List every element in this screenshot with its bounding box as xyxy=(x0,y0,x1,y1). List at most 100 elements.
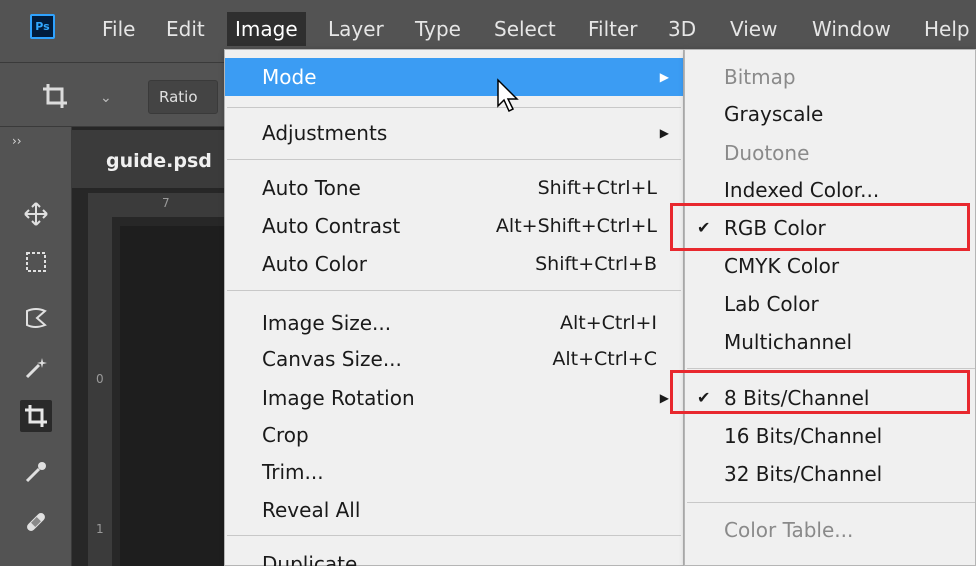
mode-submenu: Bitmap Grayscale Duotone Indexed Color..… xyxy=(684,49,976,566)
menu-item-auto-contrast[interactable]: Auto Contrast Alt+Shift+Ctrl+L xyxy=(225,207,683,245)
canvas[interactable] xyxy=(120,226,228,566)
menu-item-crop[interactable]: Crop xyxy=(225,416,683,454)
submenu-item-16-bits[interactable]: 16 Bits/Channel xyxy=(685,417,975,455)
submenu-item-label: CMYK Color xyxy=(724,254,840,278)
menu-item-duplicate[interactable]: Duplicate... xyxy=(225,545,683,566)
marquee-tool-icon[interactable] xyxy=(20,246,52,278)
menu-item-label: Auto Tone xyxy=(262,176,361,200)
submenu-item-label: Duotone xyxy=(724,141,810,165)
menu-item-label: Crop xyxy=(262,423,309,447)
eyedropper-glyph xyxy=(25,462,46,483)
menu-item-label: Reveal All xyxy=(262,498,361,522)
healing-brush-tool-icon[interactable] xyxy=(20,506,52,538)
lasso-glyph xyxy=(26,308,47,328)
submenu-item-label: Multichannel xyxy=(724,330,853,354)
image-menu-dropdown: Mode ▶ Adjustments ▶ Auto Tone Shift+Ctr… xyxy=(224,49,684,566)
submenu-item-32-bits[interactable]: 32 Bits/Channel xyxy=(685,455,975,493)
menu-item-reveal-all[interactable]: Reveal All xyxy=(225,491,683,529)
menu-item-label: Canvas Size... xyxy=(262,347,402,371)
menu-item-image-size[interactable]: Image Size... Alt+Ctrl+I xyxy=(225,304,683,342)
menu-separator xyxy=(227,159,681,160)
submenu-item-lab-color[interactable]: Lab Color xyxy=(685,285,975,323)
menu-item-label: Trim... xyxy=(262,460,324,484)
tools-panel xyxy=(0,127,72,566)
lasso-tool-icon[interactable] xyxy=(20,302,52,334)
crop-tool-icon[interactable] xyxy=(20,400,52,432)
collapse-panel-icon[interactable]: ›› xyxy=(12,134,22,148)
menu-separator xyxy=(227,107,681,108)
submenu-item-multichannel[interactable]: Multichannel xyxy=(685,323,975,361)
menu-item-label: Auto Color xyxy=(262,252,368,276)
submenu-item-label: Bitmap xyxy=(724,65,796,89)
wand-glyph xyxy=(25,358,47,379)
photoshop-logo-icon: Ps xyxy=(30,14,55,39)
menu-separator xyxy=(227,290,681,291)
submenu-item-label: 32 Bits/Channel xyxy=(724,462,883,486)
menu-item-label: Image Rotation xyxy=(262,386,415,410)
menu-item-auto-tone[interactable]: Auto Tone Shift+Ctrl+L xyxy=(225,169,683,207)
vertical-ruler[interactable] xyxy=(88,217,112,566)
menu-item-label: Duplicate... xyxy=(262,552,377,566)
ratio-dropdown[interactable]: Ratio xyxy=(148,80,218,114)
menu-layer[interactable]: Layer xyxy=(320,12,392,46)
submenu-item-label: 16 Bits/Channel xyxy=(724,424,883,448)
menu-item-image-rotation[interactable]: Image Rotation ▶ xyxy=(225,379,683,417)
menu-item-label: Mode xyxy=(262,65,317,89)
menu-item-label: Adjustments xyxy=(262,121,388,145)
menu-help[interactable]: Help xyxy=(916,12,976,46)
crop-icon[interactable] xyxy=(40,81,70,111)
menu-view[interactable]: View xyxy=(722,12,785,46)
submenu-item-cmyk-color[interactable]: CMYK Color xyxy=(685,247,975,285)
menu-select[interactable]: Select xyxy=(486,12,564,46)
menu-image[interactable]: Image xyxy=(227,12,306,46)
8-bits-highlight-box xyxy=(670,370,970,414)
menu-item-trim[interactable]: Trim... xyxy=(225,453,683,491)
menu-item-shortcut: Shift+Ctrl+B xyxy=(535,253,657,275)
crop-tool-glyph xyxy=(25,405,47,427)
submenu-item-grayscale[interactable]: Grayscale xyxy=(685,95,975,133)
menu-separator xyxy=(687,368,975,369)
menu-item-shortcut: Alt+Shift+Ctrl+L xyxy=(495,215,657,237)
menu-file[interactable]: File xyxy=(94,12,143,46)
menu-item-auto-color[interactable]: Auto Color Shift+Ctrl+B xyxy=(225,245,683,283)
horizontal-ruler[interactable] xyxy=(88,193,228,217)
magic-wand-tool-icon[interactable] xyxy=(20,352,52,384)
crop-icon-svg xyxy=(43,84,67,108)
menu-item-shortcut: Alt+Ctrl+C xyxy=(552,348,657,370)
menu-item-mode[interactable]: Mode ▶ xyxy=(225,58,683,96)
submenu-item-label: Lab Color xyxy=(724,292,819,316)
marquee-glyph xyxy=(26,252,46,272)
move-tool-icon[interactable] xyxy=(20,198,52,230)
document-tab-title: guide.psd xyxy=(106,150,212,172)
ruler-mark: 0 xyxy=(96,372,104,386)
menu-item-shortcut: Alt+Ctrl+I xyxy=(560,312,657,334)
submenu-item-color-table[interactable]: Color Table... xyxy=(685,511,975,549)
ruler-mark: 1 xyxy=(96,522,104,536)
menu-separator xyxy=(227,535,681,536)
submenu-arrow-icon: ▶ xyxy=(659,70,669,84)
menu-item-label: Image Size... xyxy=(262,311,392,335)
submenu-arrow-icon: ▶ xyxy=(659,126,669,140)
ruler-mark: 7 xyxy=(162,196,170,210)
menu-filter[interactable]: Filter xyxy=(580,12,646,46)
bandage-glyph xyxy=(27,513,45,531)
menu-window[interactable]: Window xyxy=(804,12,899,46)
eyedropper-tool-icon[interactable] xyxy=(20,456,52,488)
mouse-cursor-icon xyxy=(497,78,519,113)
menu-item-canvas-size[interactable]: Canvas Size... Alt+Ctrl+C xyxy=(225,340,683,378)
submenu-arrow-icon: ▶ xyxy=(659,391,669,405)
menu-item-shortcut: Shift+Ctrl+L xyxy=(537,177,657,199)
submenu-item-label: Grayscale xyxy=(724,102,824,126)
submenu-item-bitmap[interactable]: Bitmap xyxy=(685,58,975,96)
menu-type[interactable]: Type xyxy=(407,12,469,46)
menu-edit[interactable]: Edit xyxy=(158,12,213,46)
move-glyph xyxy=(24,202,48,226)
menu-item-label: Auto Contrast xyxy=(262,214,401,238)
menu-3d[interactable]: 3D xyxy=(660,12,704,46)
menu-separator xyxy=(687,502,975,503)
rgb-color-highlight-box xyxy=(670,203,970,251)
submenu-item-duotone[interactable]: Duotone xyxy=(685,134,975,172)
tool-preset-chevron-icon[interactable]: ⌄ xyxy=(100,90,112,106)
photoshop-window: Ps File Edit Image Layer Type Select Fil… xyxy=(0,0,976,566)
menu-item-adjustments[interactable]: Adjustments ▶ xyxy=(225,114,683,152)
